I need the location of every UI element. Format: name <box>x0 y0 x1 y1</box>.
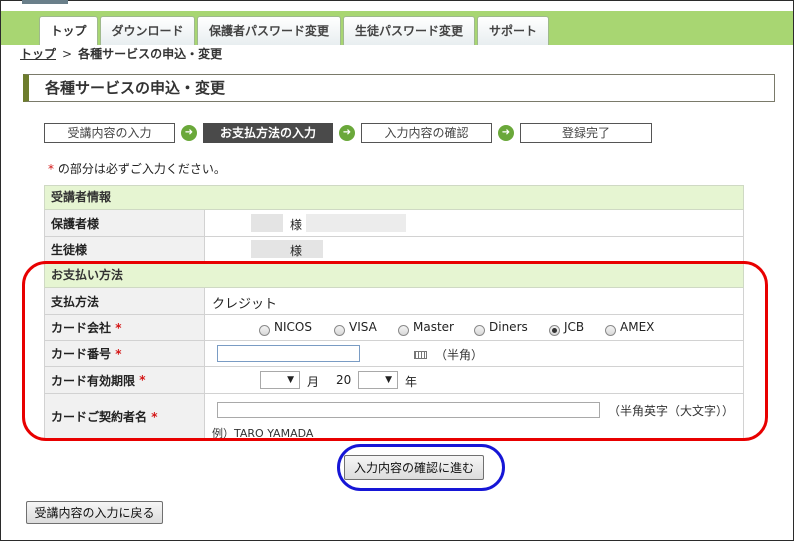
step-arrow-icon: ➜ <box>339 125 355 141</box>
step-complete: 登録完了 <box>520 123 652 143</box>
expiry-year-prefix: 20 <box>336 373 352 387</box>
card-holder-input[interactable] <box>217 402 600 418</box>
radio-amex[interactable] <box>605 325 616 336</box>
logo <box>22 0 68 4</box>
payment-method-row: 支払方法 クレジット <box>44 288 744 315</box>
honorific: 様 <box>290 244 303 258</box>
confirm-input-button[interactable]: 入力内容の確認に進む <box>344 455 484 480</box>
radio-label-nicos[interactable]: NICOS <box>274 320 312 334</box>
student-row: 生徒様 様 <box>44 237 744 262</box>
breadcrumb-current: 各種サービスの申込・変更 <box>78 47 223 61</box>
radio-jcb[interactable] <box>549 325 560 336</box>
student-info-heading: 受講者情報 <box>44 185 744 210</box>
step-payment-input: お支払方法の入力 <box>203 123 333 143</box>
chevron-down-icon: ▼ <box>385 375 392 385</box>
radio-nicos[interactable] <box>259 325 270 336</box>
tab-top[interactable]: トップ <box>39 16 98 45</box>
tab-guardian-password[interactable]: 保護者パスワード変更 <box>197 16 341 45</box>
card-holder-row: カードご契約者名 * （半角英字（大文字）） 例）TARO YAMADA <box>44 394 744 440</box>
expiry-year-unit: 年 <box>405 375 418 389</box>
step-course-input: 受講内容の入力 <box>44 123 175 143</box>
card-number-input[interactable] <box>217 345 360 362</box>
guardian-value: 様 <box>206 210 743 236</box>
radio-label-visa[interactable]: VISA <box>349 320 377 334</box>
redacted-name <box>306 214 406 232</box>
breadcrumb: トップ > 各種サービスの申込・変更 <box>20 45 222 62</box>
page-title: 各種サービスの申込・変更 <box>23 74 775 102</box>
keyboard-icon[interactable] <box>414 351 427 359</box>
back-to-course-input-button[interactable]: 受講内容の入力に戻る <box>26 501 163 524</box>
expiry-year-select[interactable]: ▼ <box>358 371 398 389</box>
card-company-label: カード会社 * <box>45 315 205 340</box>
student-label: 生徒様 <box>45 237 205 261</box>
card-holder-example: 例）TARO YAMADA <box>212 427 314 440</box>
payment-method-value: クレジット <box>212 297 278 312</box>
breadcrumb-home-link[interactable]: トップ <box>20 47 56 61</box>
tab-support[interactable]: サポート <box>477 16 549 45</box>
guardian-label: 保護者様 <box>45 210 205 236</box>
payment-method-label: 支払方法 <box>45 288 205 314</box>
card-number-label: カード番号 * <box>45 341 205 366</box>
card-expiry-row: カード有効期限 * ▼ 月 20 ▼ 年 <box>44 367 744 394</box>
radio-diners[interactable] <box>474 325 485 336</box>
step-confirm: 入力内容の確認 <box>361 123 492 143</box>
radio-visa[interactable] <box>334 325 345 336</box>
guardian-row: 保護者様 様 <box>44 210 744 237</box>
required-note-text: の部分は必ずご入力ください。 <box>54 162 226 176</box>
card-number-row: カード番号 * （半角） <box>44 341 744 367</box>
radio-label-jcb[interactable]: JCB <box>564 320 584 334</box>
tab-student-password[interactable]: 生徒パスワード変更 <box>343 16 475 45</box>
expiry-month-select[interactable]: ▼ <box>260 371 300 389</box>
required-note: * の部分は必ずご入力ください。 <box>48 160 226 177</box>
chevron-down-icon: ▼ <box>287 375 294 385</box>
expiry-month-unit: 月 <box>307 375 320 389</box>
redacted-name <box>251 214 283 232</box>
radio-label-amex[interactable]: AMEX <box>620 320 654 334</box>
step-arrow-icon: ➜ <box>498 125 514 141</box>
radio-master[interactable] <box>398 325 409 336</box>
card-holder-hint: （半角英字（大文字）） <box>608 404 735 418</box>
card-company-row: カード会社 * NICOS VISA Master Diners JCB AME… <box>44 315 744 341</box>
card-expiry-label: カード有効期限 * <box>45 367 205 393</box>
radio-label-master[interactable]: Master <box>413 320 454 334</box>
card-number-hint: （半角） <box>435 348 484 362</box>
tab-download[interactable]: ダウンロード <box>100 16 195 45</box>
student-value: 様 <box>206 237 743 261</box>
card-holder-label: カードご契約者名 * <box>45 394 205 439</box>
breadcrumb-separator: > <box>62 47 73 61</box>
honorific: 様 <box>290 218 303 232</box>
tab-bar: トップ ダウンロード 保護者パスワード変更 生徒パスワード変更 サポート <box>1 11 793 45</box>
radio-label-diners[interactable]: Diners <box>489 320 528 334</box>
card-company-options: NICOS VISA Master Diners JCB AMEX <box>206 315 743 340</box>
step-arrow-icon: ➜ <box>181 125 197 141</box>
redacted-name <box>251 240 323 258</box>
payment-heading: お支払い方法 <box>44 263 744 288</box>
